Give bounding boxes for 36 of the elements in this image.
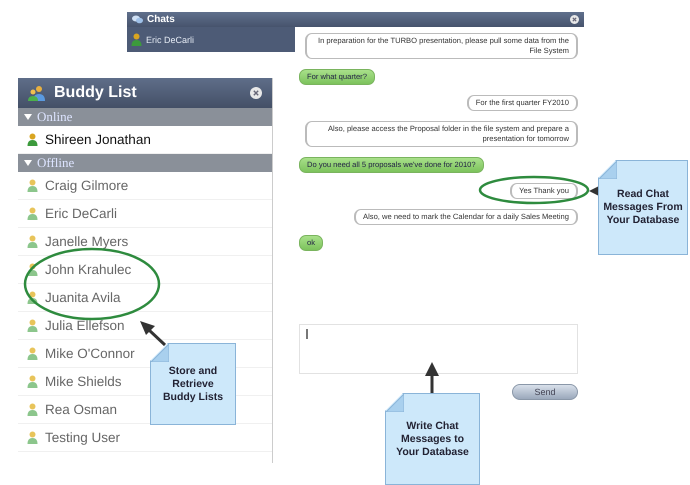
buddy-item[interactable]: Juanita Avila xyxy=(18,284,272,312)
close-icon[interactable] xyxy=(570,15,579,24)
conversation-tab[interactable]: Eric DeCarli xyxy=(127,27,295,52)
people-icon xyxy=(28,85,46,101)
person-icon xyxy=(27,133,38,146)
page-fold-icon xyxy=(599,161,617,179)
callout-note: Store and Retrieve Buddy Lists xyxy=(150,343,236,425)
send-button[interactable]: Send xyxy=(512,384,578,400)
triangle-icon xyxy=(24,114,32,120)
buddy-item[interactable]: Eric DeCarli xyxy=(18,200,272,228)
window-title: Chats xyxy=(147,14,176,25)
person-icon xyxy=(27,179,38,192)
close-icon[interactable] xyxy=(250,87,262,99)
message-input[interactable] xyxy=(299,324,578,374)
arrow xyxy=(140,321,166,346)
arrow xyxy=(425,362,439,393)
buddy-item[interactable]: John Krahulec xyxy=(18,256,272,284)
person-icon xyxy=(131,33,142,46)
person-icon xyxy=(27,375,38,388)
person-icon xyxy=(27,319,38,332)
person-icon xyxy=(27,347,38,360)
triangle-icon xyxy=(24,160,32,166)
person-icon xyxy=(27,403,38,416)
callout-note: Read Chat Messages From Your Database xyxy=(598,160,688,255)
person-icon xyxy=(27,263,38,276)
person-icon xyxy=(27,235,38,248)
page-fold-icon xyxy=(386,394,404,412)
person-icon xyxy=(27,431,38,444)
buddy-item[interactable]: Janelle Myers xyxy=(18,228,272,256)
callout-note: Write Chat Messages to Your Database xyxy=(385,393,480,485)
buddy-item[interactable]: Craig Gilmore xyxy=(18,172,272,200)
person-icon xyxy=(27,291,38,304)
panel-title: Buddy List xyxy=(54,84,138,102)
chat-bubbles-icon xyxy=(132,15,143,24)
page-fold-icon xyxy=(151,344,169,362)
person-icon xyxy=(27,207,38,220)
